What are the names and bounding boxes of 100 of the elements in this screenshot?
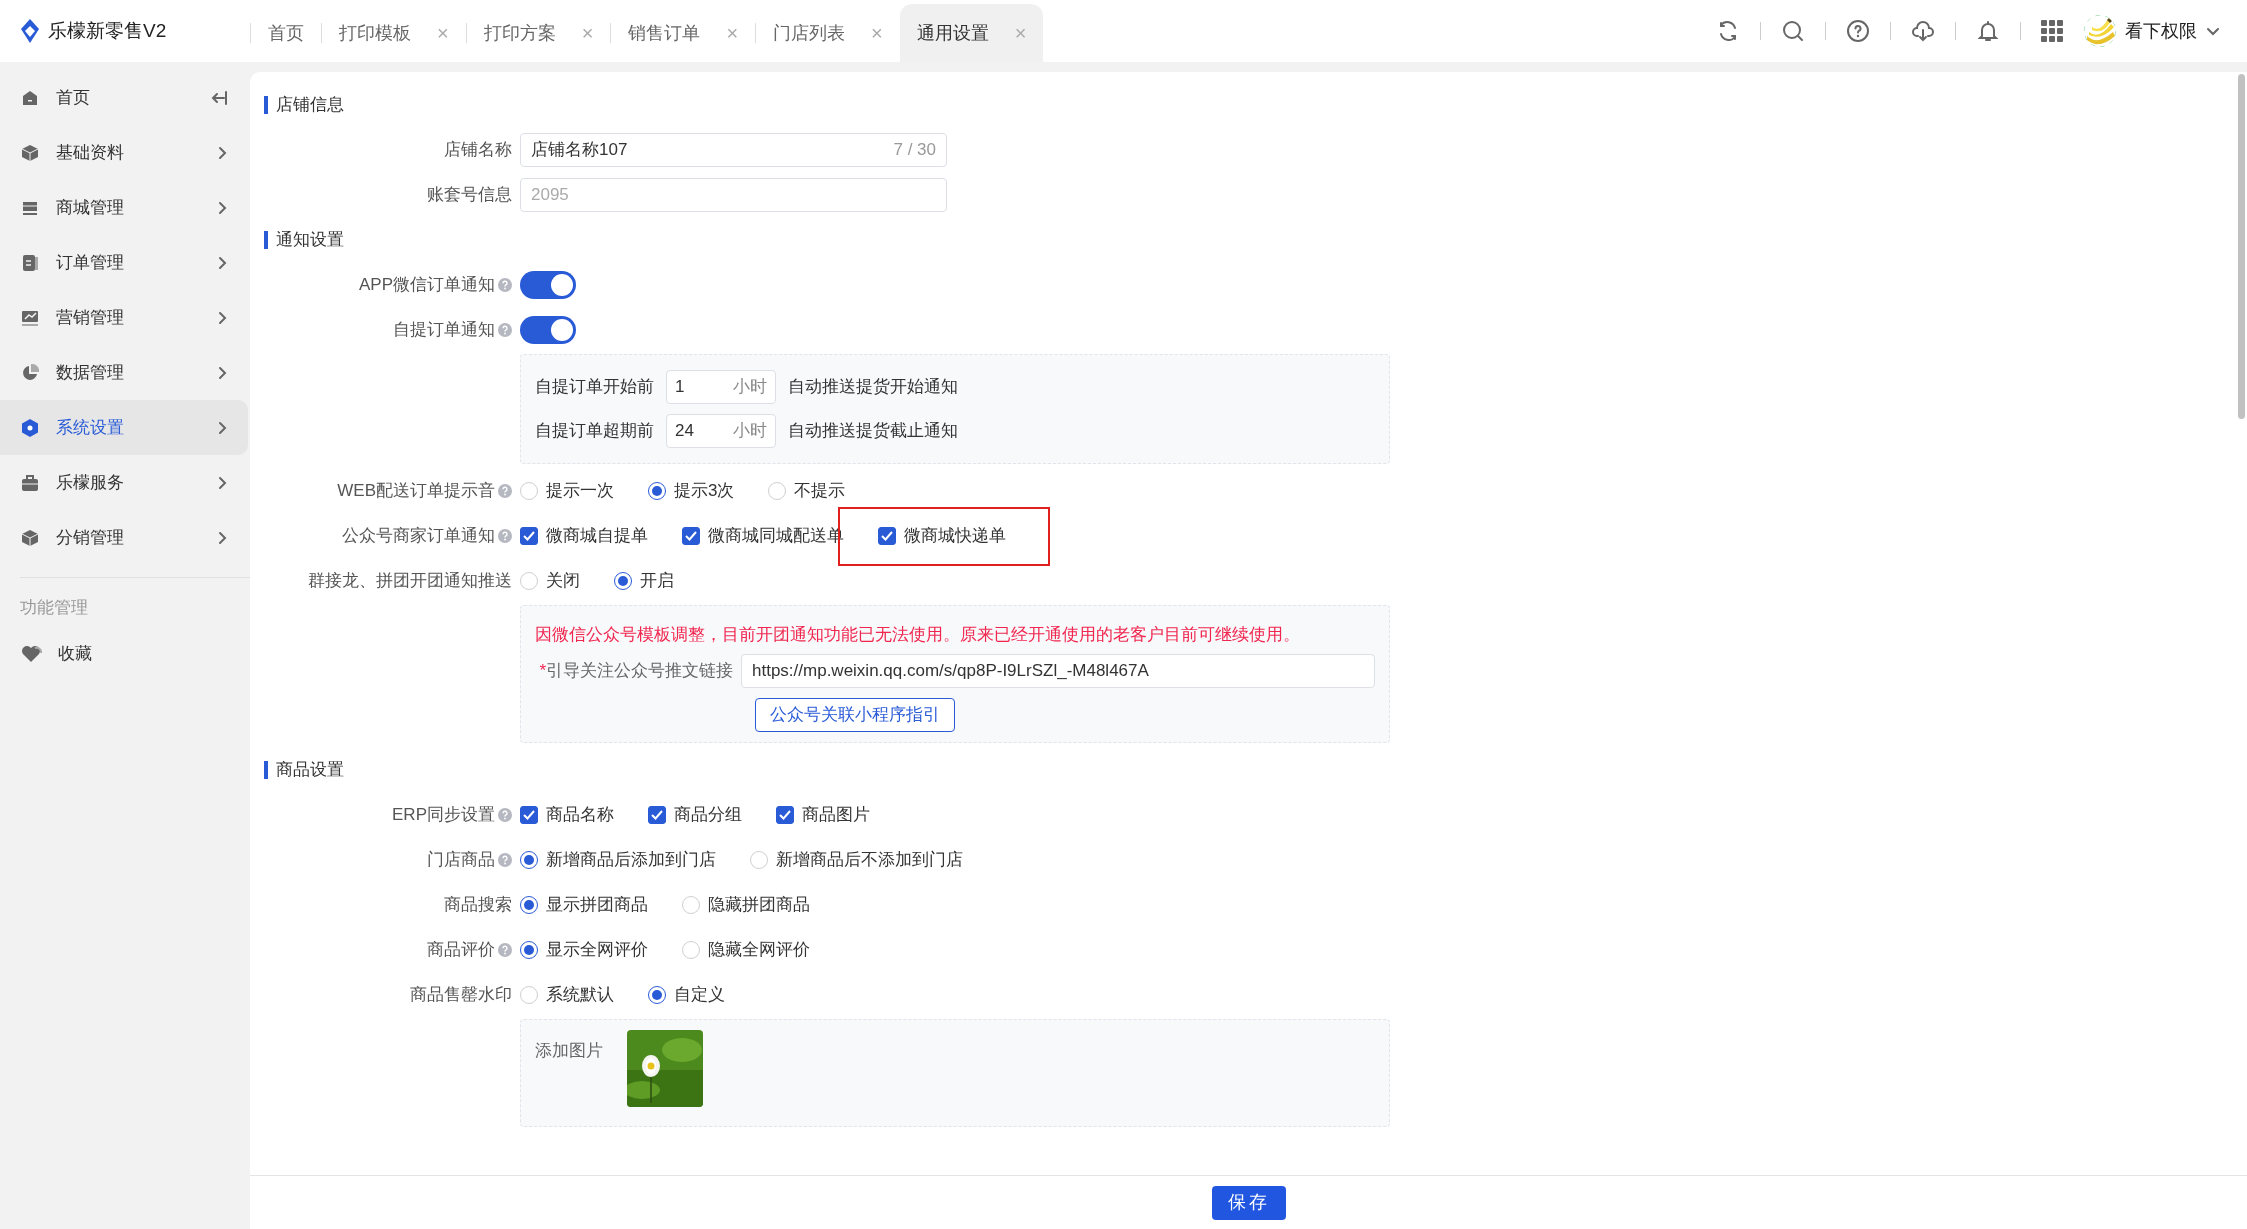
checkbox[interactable]: [520, 526, 538, 545]
user-name[interactable]: 看下权限: [2125, 17, 2197, 45]
option-label[interactable]: 关闭: [546, 567, 580, 594]
field-label: 商品搜索: [444, 893, 512, 916]
sidebar-item[interactable]: 订单管理: [0, 235, 248, 290]
warning-text: 因微信公众号模板调整，目前开团通知功能已无法使用。原来已经开通使用的老客户目前可继续使用。: [535, 624, 1300, 647]
field-label: APP微信订单通知: [358, 273, 495, 296]
checkbox[interactable]: [648, 805, 666, 824]
option[interactable]: 商品图片: [776, 801, 870, 828]
option-label[interactable]: 提示一次: [546, 477, 614, 504]
sidebar-item[interactable]: 收藏: [0, 626, 248, 681]
cloud-download-icon[interactable]: [1911, 19, 1935, 43]
radio-button[interactable]: [520, 895, 538, 914]
tab[interactable]: 打印方案 ×: [466, 4, 611, 62]
option-label[interactable]: 提示3次: [674, 477, 735, 504]
guide-button[interactable]: 公众号关联小程序指引: [755, 698, 955, 732]
radio-button[interactable]: [648, 481, 666, 500]
option-label[interactable]: 商品图片: [802, 801, 870, 828]
option-label[interactable]: 自定义: [674, 981, 725, 1008]
tab[interactable]: 销售订单 ×: [611, 4, 756, 62]
checkbox[interactable]: [878, 526, 896, 545]
option[interactable]: 隐藏拼团商品: [682, 891, 810, 918]
checkbox[interactable]: [776, 805, 794, 824]
option[interactable]: 提示3次: [648, 477, 735, 504]
tab[interactable]: 通用设置 ×: [899, 4, 1044, 62]
input-field[interactable]: 24 小时: [666, 414, 776, 448]
cube-icon: [20, 142, 40, 163]
checkbox[interactable]: [682, 526, 700, 545]
field-label: 账套号信息: [427, 183, 512, 206]
toggle-switch[interactable]: [520, 315, 576, 344]
tab[interactable]: 打印模板 ×: [322, 4, 466, 62]
field-label: 门店商品: [427, 848, 495, 871]
unit-label: 小时: [733, 420, 767, 443]
option[interactable]: 提示一次: [520, 477, 614, 504]
sidebar-item[interactable]: 乐檬服务: [0, 455, 248, 510]
option-label[interactable]: 微商城自提单: [546, 522, 648, 549]
field-label: 群接龙、拼团开团通知推送: [308, 569, 512, 592]
option[interactable]: 开启: [614, 567, 674, 594]
character-counter: 7 / 30: [893, 138, 936, 161]
option[interactable]: 不提示: [768, 477, 846, 504]
input-field[interactable]: 店铺名称107 7 / 30: [520, 132, 947, 167]
sidebar-item[interactable]: 首页: [0, 70, 248, 125]
radio-button[interactable]: [648, 985, 666, 1004]
radio-button[interactable]: [520, 850, 538, 869]
hint-text: 自动推送提货截止通知: [788, 420, 958, 443]
chevron-right-icon: [216, 419, 228, 436]
option-label[interactable]: 显示拼团商品: [546, 891, 648, 918]
field-label: WEB配送订单提示音: [337, 479, 495, 502]
option[interactable]: 自定义: [648, 981, 725, 1008]
document-icon: [20, 252, 40, 273]
collapse-icon[interactable]: [210, 89, 228, 106]
hint-text: 自动推送提货开始通知: [788, 376, 958, 399]
sidebar-item[interactable]: 数据管理: [0, 345, 248, 400]
field-label: 自提订单开始前: [535, 376, 654, 399]
apps-grid-icon[interactable]: [2041, 20, 2063, 42]
sidebar-item[interactable]: 营销管理: [0, 290, 248, 345]
tab[interactable]: 首页: [251, 4, 321, 62]
option-label[interactable]: 商品分组: [674, 801, 742, 828]
radio-button[interactable]: [614, 571, 632, 590]
option[interactable]: 商品分组: [648, 801, 742, 828]
option[interactable]: 显示全网评价: [520, 936, 648, 963]
toggle-switch[interactable]: [520, 270, 576, 299]
option-label[interactable]: 不提示: [794, 477, 846, 504]
scrollbar-thumb[interactable]: [2238, 74, 2245, 419]
radio-button[interactable]: [520, 940, 538, 959]
field-label: 自提订单通知: [393, 318, 495, 341]
app-title: 乐檬新零售V2: [48, 18, 167, 43]
sidebar-item[interactable]: 分销管理: [0, 510, 248, 565]
tab[interactable]: 门店列表 ×: [756, 4, 900, 62]
sidebar-item[interactable]: 商城管理: [0, 180, 248, 235]
save-button[interactable]: 保存: [1211, 1185, 1286, 1220]
checkbox[interactable]: [520, 805, 538, 824]
option[interactable]: 微商城自提单: [520, 522, 648, 549]
option-label[interactable]: 隐藏拼团商品: [708, 891, 810, 918]
option-label[interactable]: 商品名称: [546, 801, 614, 828]
option-label[interactable]: 开启: [640, 567, 674, 594]
input-field[interactable]: https://mp.weixin.qq.com/s/qp8P-I9LrSZl_-M48l467A: [741, 654, 1375, 688]
pie-chart-icon: [20, 362, 40, 383]
option-label[interactable]: 系统默认: [546, 981, 614, 1008]
section-title: 商品设置: [276, 758, 344, 781]
field-label: 店铺名称: [444, 138, 512, 161]
chevron-right-icon: [216, 529, 228, 546]
option-label[interactable]: 显示全网评价: [546, 936, 648, 963]
option[interactable]: 显示拼团商品: [520, 891, 648, 918]
unit-label: 小时: [733, 376, 767, 399]
input-field[interactable]: 1 小时: [666, 370, 776, 404]
cube-icon: [20, 527, 40, 548]
sidebar-item[interactable]: 系统设置: [0, 400, 248, 455]
option-label[interactable]: 隐藏全网评价: [708, 936, 810, 963]
bell-icon[interactable]: [1976, 19, 2000, 43]
option[interactable]: 系统默认: [520, 981, 614, 1008]
option-label[interactable]: 微商城快递单: [904, 522, 1006, 549]
search-icon[interactable]: [1781, 19, 1805, 43]
field-label: 商品评价: [427, 938, 495, 961]
help-icon[interactable]: [1846, 19, 1870, 43]
option[interactable]: 关闭: [520, 567, 580, 594]
chevron-right-icon: [216, 144, 228, 161]
option[interactable]: 商品名称: [520, 801, 614, 828]
option[interactable]: 隐藏全网评价: [682, 936, 810, 963]
sidebar-item[interactable]: 基础资料: [0, 125, 248, 180]
